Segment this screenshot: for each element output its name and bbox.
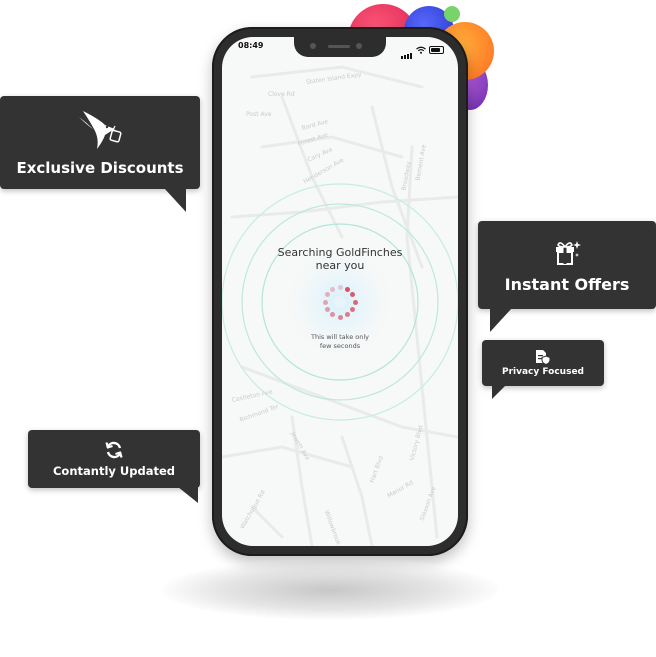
phone-mockup: Clove Rd Staten Island Expy Bard Ave For… — [212, 27, 468, 556]
spinner-dot — [352, 299, 358, 305]
bubble-tail — [164, 188, 186, 212]
exclusive-discounts-bubble: Exclusive Discounts — [0, 96, 200, 212]
constantly-updated-bubble: Contantly Updated — [28, 430, 200, 503]
refresh-icon — [105, 441, 123, 459]
blob-green — [444, 6, 460, 22]
phone-floor-shadow — [160, 560, 500, 620]
spinner-dot — [330, 312, 335, 318]
phone-notch — [294, 37, 386, 57]
spinner-dot — [324, 292, 330, 297]
wifi-icon — [416, 46, 426, 54]
document-shield-icon — [536, 350, 551, 365]
status-time: 08:49 — [238, 41, 264, 50]
spinner-dot — [324, 307, 330, 312]
spinner-dot — [337, 314, 343, 320]
searching-title-line1: Searching GoldFinches — [277, 246, 403, 259]
spinner-dot — [322, 299, 328, 305]
searching-title-line2: near you — [315, 259, 365, 272]
cellular-signal-icon — [401, 40, 413, 59]
battery-icon — [429, 45, 444, 54]
bubble-tail — [490, 308, 512, 332]
gift-sparkle-icon — [556, 240, 581, 265]
privacy-focused-bubble: Privacy Focused — [482, 340, 604, 399]
bubble-tail — [178, 487, 198, 503]
spinner-dot — [350, 292, 356, 297]
instant-offers-bubble: Instant Offers — [478, 221, 656, 332]
searching-subtitle-line2: few seconds — [319, 342, 361, 350]
spinner-dot — [330, 286, 335, 292]
instant-offers-label: Instant Offers — [504, 274, 630, 294]
spinner-center — [334, 296, 346, 308]
phone-screen: Clove Rd Staten Island Expy Bard Ave For… — [222, 37, 458, 546]
spinner-dot — [345, 312, 350, 318]
speaker-grille — [328, 45, 350, 48]
sensor-dot — [356, 43, 362, 49]
searching-title: Searching GoldFinches near you — [222, 246, 458, 272]
bubble-tail — [492, 385, 506, 399]
spinner-dot — [350, 307, 356, 312]
exclusive-discounts-label: Exclusive Discounts — [16, 158, 184, 177]
status-icons — [401, 40, 444, 59]
hummingbird-tag-icon — [79, 110, 122, 149]
constantly-updated-label: Contantly Updated — [52, 464, 175, 478]
camera-dot — [310, 43, 316, 49]
loading-spinner — [320, 282, 360, 322]
searching-subtitle-line1: This will take only — [310, 333, 370, 341]
privacy-focused-label: Privacy Focused — [501, 367, 584, 377]
spinner-dot — [337, 284, 343, 290]
searching-subtitle: This will take only few seconds — [222, 333, 458, 351]
spinner-dot — [345, 286, 350, 292]
